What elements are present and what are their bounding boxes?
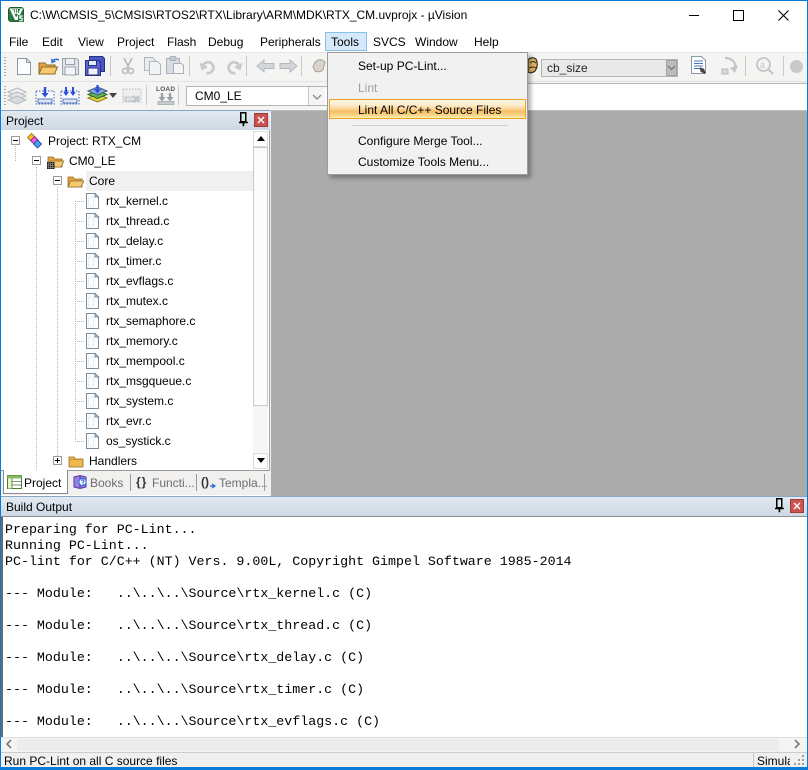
- svg-text:a: a: [760, 60, 765, 70]
